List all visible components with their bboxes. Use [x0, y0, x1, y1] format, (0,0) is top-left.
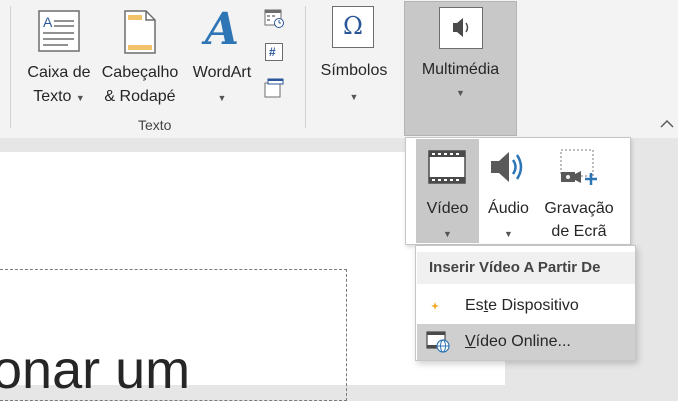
screen-recording-button[interactable]: Gravação de Ecrã: [539, 139, 619, 243]
sparkle-icon: [431, 302, 439, 310]
wordart-button[interactable]: A WordArt ▼: [185, 4, 259, 108]
video-label: Vídeo: [426, 200, 469, 217]
this-device-prefix: Es: [465, 297, 484, 314]
online-video-accel: V: [465, 333, 476, 350]
date-time-icon[interactable]: [264, 8, 284, 28]
object-icon[interactable]: [264, 78, 284, 98]
menu-item-this-device[interactable]: Este Dispositivo: [417, 288, 635, 324]
header-footer-button[interactable]: Cabeçalho & Rodapé: [98, 4, 182, 108]
multimedia-button[interactable]: Multimédia ▼: [404, 1, 517, 136]
speaker-icon: [439, 7, 483, 49]
collapse-ribbon-icon[interactable]: [660, 119, 674, 129]
screen-recording-label-2: de Ecrã: [551, 223, 607, 240]
symbols-button[interactable]: Ω Símbolos ▼: [310, 4, 398, 108]
group-label-texto: Texto: [138, 117, 172, 133]
header-footer-label-2: & Rodapé: [104, 88, 176, 105]
group-separator: [10, 6, 11, 128]
text-box-icon: A: [38, 10, 80, 52]
menu-item-online-video[interactable]: Vídeo Online...: [417, 324, 635, 360]
ribbon: A Caixa de Texto ▼ Cabeçalho & Rodapé A …: [0, 0, 678, 139]
audio-label: Áudio: [488, 200, 529, 217]
this-device-suffix: e Dispositivo: [488, 297, 579, 314]
omega-glyph: Ω: [343, 12, 363, 40]
text-box-label-1: Caixa de: [27, 64, 91, 81]
chevron-down-icon: ▼: [443, 229, 452, 239]
number-glyph: #: [269, 45, 276, 59]
omega-icon: Ω: [332, 6, 374, 48]
video-submenu: Inserir Vídeo A Partir De Este Dispositi…: [415, 245, 636, 361]
online-video-suffix: ídeo Online...: [475, 333, 571, 350]
screen-recording-label-1: Gravação: [544, 200, 614, 217]
chevron-down-icon: ▼: [217, 93, 227, 103]
video-caret-row: ▼: [416, 221, 479, 246]
chevron-down-icon: ▼: [349, 92, 359, 102]
online-video-icon: [426, 331, 450, 353]
wordart-icon: A: [204, 4, 240, 55]
audio-caret-row: ▼: [481, 221, 536, 246]
chevron-down-icon: ▼: [456, 88, 465, 98]
speaker-icon: [491, 152, 523, 182]
wordart-caret-row: ▼: [185, 85, 259, 110]
audio-button[interactable]: Áudio ▼: [481, 139, 536, 243]
multimedia-caret-row: ▼: [405, 83, 516, 101]
video-button[interactable]: Vídeo ▼: [416, 139, 479, 243]
slide-text: onar um: [0, 340, 191, 400]
multimedia-label: Multimédia: [421, 61, 500, 78]
multimedia-dropdown: Vídeo ▼ Áudio ▼ Gravação de Ecrã: [405, 137, 631, 245]
header-footer-icon: [124, 10, 156, 54]
group-separator: [305, 6, 306, 128]
wordart-label: WordArt: [192, 64, 252, 81]
video-submenu-header: Inserir Vídeo A Partir De: [417, 252, 635, 284]
symbols-label: Símbolos: [320, 62, 388, 79]
film-icon: [428, 150, 466, 184]
text-box-label-2: Texto: [33, 88, 72, 105]
chevron-down-icon: ▼: [504, 229, 513, 239]
symbols-caret-row: ▼: [310, 84, 398, 109]
slide-number-icon[interactable]: #: [265, 43, 283, 61]
header-footer-label-1: Cabeçalho: [101, 64, 179, 81]
screen-recording-icon: [560, 149, 597, 185]
text-box-label-2-row: Texto ▼: [22, 85, 96, 110]
text-box-button[interactable]: A Caixa de Texto ▼: [22, 4, 96, 108]
svg-text:A: A: [43, 14, 53, 30]
chevron-down-icon: ▼: [75, 93, 85, 103]
